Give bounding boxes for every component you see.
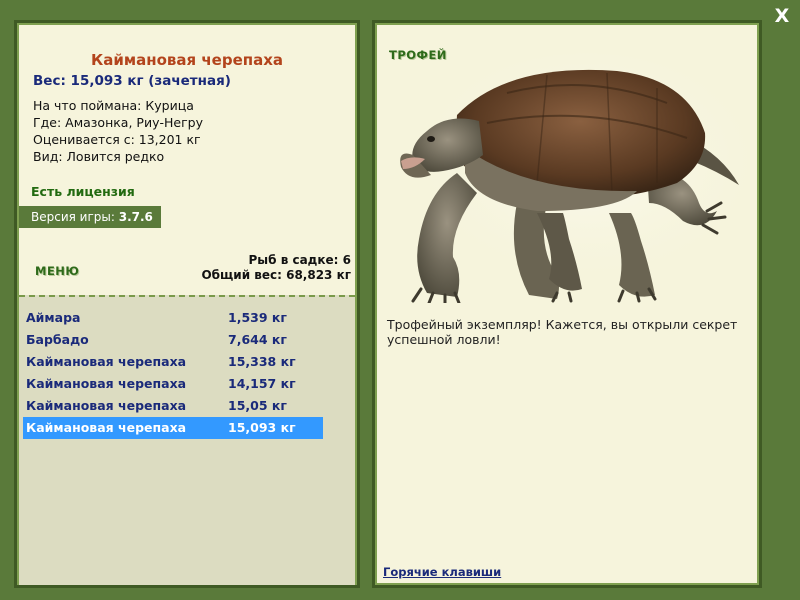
fish-weight: Вес: 15,093 кг (зачетная) bbox=[33, 73, 231, 89]
trophy-image bbox=[387, 43, 762, 305]
catch-weight: 15,338 кг bbox=[228, 354, 296, 369]
keepnet-count: Рыб в садке: 6 bbox=[248, 253, 352, 267]
catch-row[interactable]: Каймановая черепаха 15,05 кг bbox=[23, 395, 323, 417]
trophy-message: Трофейный экземпляр! Кажется, вы открыли… bbox=[387, 317, 738, 347]
keepnet-summary: Рыб в садке: 6 Общий вес: 68,823 кг bbox=[201, 253, 351, 283]
close-icon[interactable]: X bbox=[770, 4, 794, 28]
catch-weight: 15,05 кг bbox=[228, 398, 287, 413]
hotkeys-link[interactable]: Горячие клавиши bbox=[383, 565, 501, 579]
trophy-label: ТРОФЕЙ bbox=[389, 48, 447, 62]
game-version: Версия игры: 3.7.6 bbox=[19, 206, 161, 228]
catch-list-area: Аймара 1,539 кг Барбадо 7,644 кг Каймановая … bbox=[19, 295, 355, 585]
catch-name: Каймановая черепаха bbox=[26, 376, 187, 391]
catch-row[interactable]: Каймановая черепаха 15,338 кг bbox=[23, 351, 323, 373]
keepnet-total-weight: Общий вес: 68,823 кг bbox=[201, 268, 351, 282]
menu-button[interactable]: МЕНЮ bbox=[35, 264, 79, 278]
catch-name: Аймара bbox=[26, 310, 81, 325]
turtle-illustration bbox=[400, 53, 762, 305]
catch-weight: 14,157 кг bbox=[228, 376, 296, 391]
catch-list: Аймара 1,539 кг Барбадо 7,644 кг Каймановая … bbox=[23, 307, 323, 439]
catch-name: Каймановая черепаха bbox=[26, 398, 187, 413]
fish-name-title: Каймановая черепаха bbox=[90, 51, 284, 69]
fish-details: На что поймана: Курица Где: Амазонка, Ри… bbox=[33, 97, 203, 165]
catch-row[interactable]: Барбадо 7,644 кг bbox=[23, 329, 323, 351]
catch-name: Каймановая черепаха bbox=[26, 420, 187, 435]
catch-weight: 7,644 кг bbox=[228, 332, 287, 347]
license-status: Есть лицензия bbox=[31, 184, 135, 199]
catch-row[interactable]: Каймановая черепаха 15,093 кг bbox=[23, 417, 323, 439]
location-info: Где: Амазонка, Риу-Негру bbox=[33, 115, 203, 130]
valuation-info: Оценивается с: 13,201 кг bbox=[33, 132, 201, 147]
catch-row[interactable]: Аймара 1,539 кг bbox=[23, 307, 323, 329]
rarity-info: Вид: Ловится редко bbox=[33, 149, 165, 164]
catch-row[interactable]: Каймановая черепаха 14,157 кг bbox=[23, 373, 323, 395]
version-label: Версия игры: bbox=[31, 210, 119, 224]
trophy-panel: ТРОФЕЙ Трофейный экземпляр! Кажется, вы … bbox=[372, 20, 762, 588]
catch-name: Барбадо bbox=[26, 332, 89, 347]
version-value: 3.7.6 bbox=[118, 210, 153, 224]
fish-info-panel: Каймановая черепаха Вес: 15,093 кг (заче… bbox=[14, 20, 360, 588]
catch-name: Каймановая черепаха bbox=[26, 354, 187, 369]
catch-weight: 1,539 кг bbox=[228, 310, 287, 325]
bait-info: На что поймана: Курица bbox=[33, 98, 194, 113]
catch-weight: 15,093 кг bbox=[228, 420, 296, 435]
